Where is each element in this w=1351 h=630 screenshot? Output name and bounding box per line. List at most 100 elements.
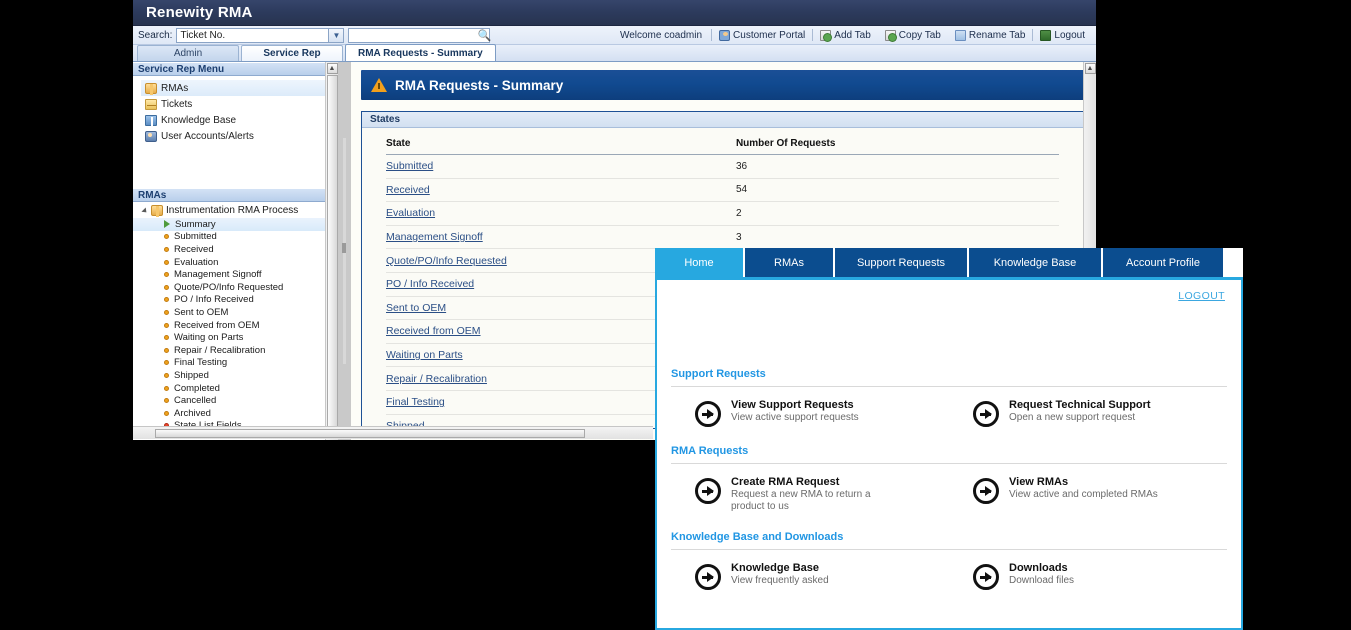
state-link[interactable]: Management Signoff (386, 231, 483, 243)
table-header-row: State Number Of Requests (386, 128, 1059, 155)
link-request-technical-support[interactable]: Request Technical Support Open a new sup… (949, 399, 1227, 427)
tree-node-repair-recalibration[interactable]: Repair / Recalibration (133, 344, 325, 357)
search-input[interactable] (348, 28, 490, 43)
tree-node-label: Repair / Recalibration (174, 345, 265, 356)
state-link[interactable]: Received from OEM (386, 325, 481, 337)
portal-tab-home-label: Home (684, 257, 713, 269)
sidebar-item-knowledge-base-label: Knowledge Base (161, 115, 236, 126)
link-title: View RMAs (1009, 476, 1158, 488)
expand-triangle-icon[interactable] (141, 207, 148, 214)
sidebar-item-user-accounts[interactable]: User Accounts/Alerts (141, 128, 325, 144)
top-toolbar: Welcome coadmin Customer Portal Add Tab … (611, 29, 1096, 41)
tree-node-po-info-received[interactable]: PO / Info Received (133, 294, 325, 307)
state-link[interactable]: Submitted (386, 160, 433, 172)
column-header-state: State (386, 128, 736, 155)
rename-tab-icon (955, 30, 966, 41)
sidebar-item-rmas[interactable]: RMAs (141, 80, 325, 96)
state-link[interactable]: Waiting on Parts (386, 349, 463, 361)
search-icon[interactable]: 🔍 (476, 28, 492, 43)
table-row[interactable]: Evaluation2 (386, 202, 1059, 226)
table-row[interactable]: Received 54 (386, 178, 1059, 202)
state-count: 3 (736, 225, 1059, 249)
tree-node-waiting-on-parts[interactable]: Waiting on Parts (133, 331, 325, 344)
portal-tab-support-requests[interactable]: Support Requests (835, 248, 967, 277)
scroll-up-icon[interactable]: ▲ (327, 63, 338, 74)
tab-service-rep[interactable]: Service Rep (241, 45, 343, 61)
rmas-tree-title: RMAs (138, 190, 166, 201)
portal-tab-home[interactable]: Home (655, 248, 743, 277)
section-title: Support Requests (671, 368, 1227, 380)
tab-admin[interactable]: Admin (137, 45, 239, 61)
service-rep-menu-list: RMAs Tickets Knowledge Base User Account… (133, 76, 325, 188)
tree-node-evaluation[interactable]: Evaluation (133, 256, 325, 269)
sidebar-scrollbar[interactable]: ▲ ▼ (325, 62, 338, 440)
tree-node-received[interactable]: Received (133, 243, 325, 256)
state-link[interactable]: PO / Info Received (386, 278, 474, 290)
portal-tab-rmas[interactable]: RMAs (745, 248, 833, 277)
portal-tab-knowledge-base[interactable]: Knowledge Base (969, 248, 1101, 277)
copy-tab-button[interactable]: Copy Tab (878, 30, 948, 41)
link-create-rma-request[interactable]: Create RMA Request Request a new RMA to … (671, 476, 949, 513)
tab-rma-requests-summary[interactable]: RMA Requests - Summary (345, 44, 496, 61)
orange-bullet-icon (164, 323, 169, 328)
app-title: Renewity RMA (146, 4, 253, 21)
tree-node-completed[interactable]: Completed (133, 382, 325, 395)
tree-node-sent-to-oem[interactable]: Sent to OEM (133, 306, 325, 319)
users-icon (145, 131, 157, 142)
tree-node-management-signoff[interactable]: Management Signoff (133, 268, 325, 281)
customer-portal-button[interactable]: Customer Portal (712, 30, 812, 41)
section-support-requests: Support Requests View Support Requests V… (671, 368, 1227, 427)
tree-node-instrumentation-rma-process[interactable]: Instrumentation RMA Process (133, 203, 325, 218)
orange-bullet-icon (164, 373, 169, 378)
orange-bullet-icon (164, 272, 169, 277)
chevron-down-icon: ▼ (328, 29, 343, 42)
portal-content: LOGOUT Support Requests View Support Req… (655, 277, 1243, 630)
state-link[interactable]: Sent to OEM (386, 302, 446, 314)
table-row[interactable]: Submitted36 (386, 155, 1059, 179)
sidebar-item-knowledge-base[interactable]: Knowledge Base (141, 112, 325, 128)
section-divider (671, 463, 1227, 464)
logout-button[interactable]: Logout (1033, 30, 1092, 41)
add-tab-button[interactable]: Add Tab (813, 30, 878, 41)
link-knowledge-base[interactable]: Knowledge Base View frequently asked (671, 562, 949, 590)
rename-tab-button[interactable]: Rename Tab (948, 30, 1033, 41)
sidebar-item-tickets[interactable]: Tickets (141, 96, 325, 112)
rmas-tree: Instrumentation RMA Process Summary Subm… (133, 202, 325, 440)
tree-node-submitted[interactable]: Submitted (133, 231, 325, 244)
link-view-support-requests[interactable]: View Support Requests View active suppor… (671, 399, 949, 427)
tree-node-archived[interactable]: Archived (133, 407, 325, 420)
states-card-header: States (362, 112, 1083, 128)
portal-tab-account-profile[interactable]: Account Profile (1103, 248, 1223, 277)
section-links-row: View Support Requests View active suppor… (671, 399, 1227, 427)
tree-node-shipped[interactable]: Shipped (133, 369, 325, 382)
admin-horizontal-scrollbar[interactable] (133, 426, 653, 439)
copy-tab-label: Copy Tab (899, 30, 941, 41)
tree-node-label: Submitted (174, 231, 217, 242)
left-sidebar: Service Rep Menu RMAs Tickets Knowledge … (133, 62, 325, 440)
orange-bullet-icon (164, 335, 169, 340)
scrollbar-thumb[interactable] (327, 75, 338, 427)
state-link[interactable]: Evaluation (386, 207, 435, 219)
search-type-select[interactable]: Ticket No. ▼ (176, 28, 344, 43)
state-link[interactable]: Final Testing (386, 396, 445, 408)
scroll-up-icon[interactable]: ▲ (1085, 63, 1096, 74)
tree-node-cancelled[interactable]: Cancelled (133, 394, 325, 407)
tree-node-label: Cancelled (174, 395, 216, 406)
state-link[interactable]: Quote/PO/Info Requested (386, 255, 507, 267)
tree-node-received-from-oem[interactable]: Received from OEM (133, 319, 325, 332)
states-card-title: States (370, 114, 400, 125)
tree-node-quote-po-info-requested[interactable]: Quote/PO/Info Requested (133, 281, 325, 294)
link-downloads[interactable]: Downloads Download files (949, 562, 1227, 590)
tree-node-summary[interactable]: Summary (133, 218, 325, 231)
tree-node-final-testing[interactable]: Final Testing (133, 357, 325, 370)
tree-root-label: Instrumentation RMA Process (166, 205, 298, 216)
state-link[interactable]: Repair / Recalibration (386, 373, 487, 385)
table-row[interactable]: Management Signoff 3 (386, 225, 1059, 249)
scrollbar-thumb[interactable] (155, 429, 585, 438)
state-link[interactable]: Received (386, 184, 430, 196)
copy-tab-icon (885, 30, 896, 41)
state-count: 54 (736, 178, 1059, 202)
portal-logout-link[interactable]: LOGOUT (1178, 290, 1225, 302)
panel-splitter[interactable] (338, 62, 351, 440)
link-view-rmas[interactable]: View RMAs View active and completed RMAs (949, 476, 1227, 513)
